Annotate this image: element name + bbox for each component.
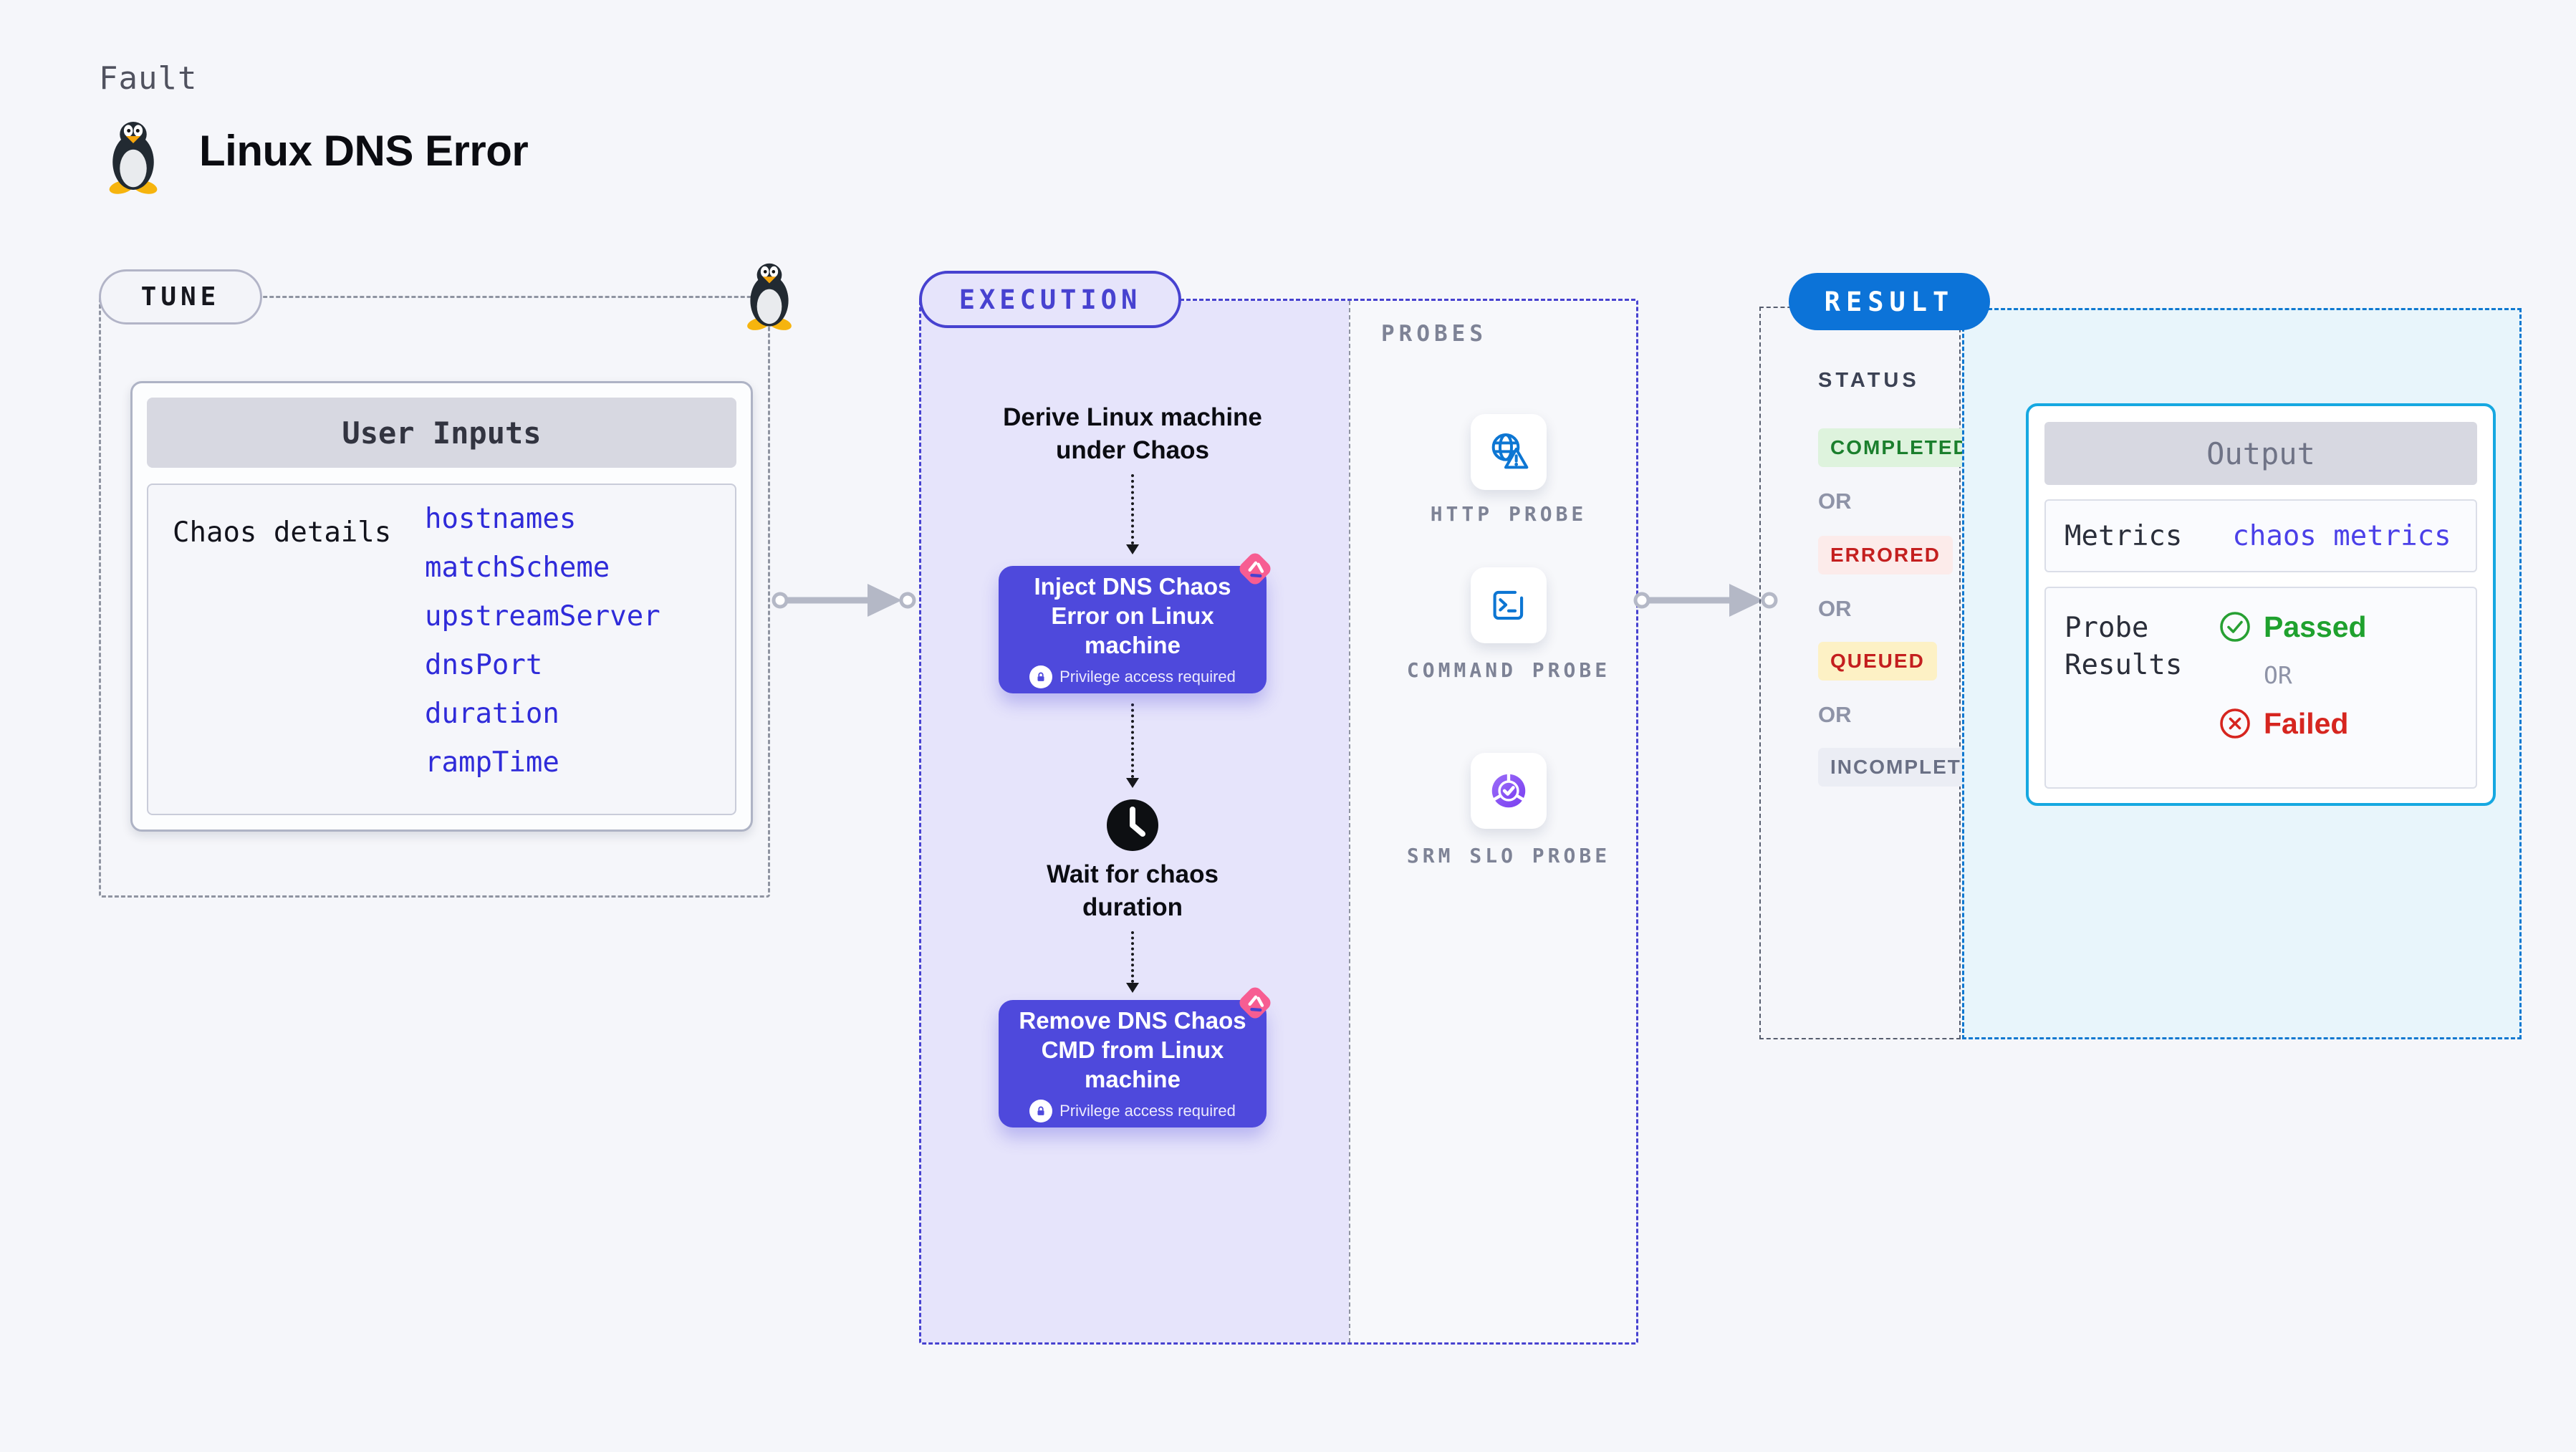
- command-probe-card[interactable]: [1471, 567, 1547, 643]
- status-badge-errored: ERRORED: [1818, 536, 1953, 574]
- page-title: Linux DNS Error: [199, 127, 529, 175]
- input-matchscheme[interactable]: matchScheme: [425, 544, 660, 592]
- execution-pill: EXECUTION: [919, 271, 1181, 328]
- or-label: OR: [1818, 596, 1852, 621]
- user-inputs-body: Chaos details hostnames matchScheme upst…: [147, 484, 736, 815]
- srm-slo-pie-check-icon: [1491, 773, 1526, 808]
- http-globe-warning-icon: [1491, 433, 1529, 469]
- remove-privilege-badge: Privilege access required: [1029, 1099, 1236, 1122]
- input-dnsport[interactable]: dnsPort: [425, 641, 660, 690]
- fault-diagram-page: Fault Linux DNS Error TUNE User Inputs C…: [0, 0, 2576, 1452]
- probe-results-values: Passed OR Failed: [2218, 610, 2367, 766]
- result-output-area: Output Metrics chaos metrics Probe Resul…: [1962, 308, 2522, 1039]
- srm-slo-probe-label: SRM SLO PROBE: [1406, 844, 1611, 867]
- passed-check-icon: [2220, 612, 2250, 642]
- passed-line: Passed: [2218, 610, 2367, 644]
- inject-privilege-text: Privilege access required: [1059, 667, 1236, 686]
- status-badge-completed: COMPLETED: [1818, 428, 1981, 467]
- http-probe-card[interactable]: [1471, 414, 1547, 490]
- connector-derive-to-inject: [1126, 474, 1139, 554]
- remove-dns-chaos-node[interactable]: Remove DNS Chaos CMD from Linux machine …: [999, 1000, 1267, 1128]
- status-badge-queued: QUEUED: [1818, 642, 1937, 681]
- command-terminal-icon: [1493, 590, 1524, 620]
- failed-x-icon: [2220, 708, 2250, 739]
- status-label: STATUS: [1818, 369, 1920, 392]
- user-inputs-header: User Inputs: [147, 398, 736, 468]
- probes-section-label: PROBES: [1381, 321, 1487, 347]
- output-header: Output: [2044, 422, 2477, 485]
- probes-divider: [1349, 301, 1350, 1342]
- output-box: Output Metrics chaos metrics Probe Resul…: [2026, 403, 2496, 806]
- or-label: OR: [1818, 702, 1852, 727]
- arrow-execution-to-result: [1630, 577, 1781, 623]
- fault-kind-label: Fault: [99, 60, 198, 97]
- wait-duration-step: Wait for chaos duration: [1047, 860, 1219, 921]
- metrics-label: Metrics: [2065, 519, 2183, 552]
- chaos-details-label: Chaos details: [173, 516, 392, 549]
- tune-pill: TUNE: [99, 269, 262, 324]
- result-pill: RESULT: [1789, 273, 1990, 330]
- or-label: OR: [2264, 661, 2292, 689]
- linux-tux-icon: [107, 122, 159, 195]
- linux-tux-corner-icon: [746, 263, 793, 331]
- http-probe-label: HTTP PROBE: [1430, 502, 1587, 526]
- wait-clock-icon: [1107, 799, 1158, 851]
- chaos-fault-icon: [1234, 982, 1276, 1024]
- remove-node-title: Remove DNS Chaos CMD from Linux machine: [1019, 1006, 1246, 1092]
- inject-node-title: Inject DNS Chaos Error on Linux machine: [1034, 572, 1231, 658]
- input-duration[interactable]: duration: [425, 690, 660, 739]
- failed-line: Failed: [2218, 706, 2367, 741]
- command-probe-label: COMMAND PROBE: [1406, 658, 1611, 682]
- probe-results-row: Probe Results Passed OR Failed: [2044, 587, 2477, 789]
- metrics-value-link[interactable]: chaos metrics: [2232, 520, 2451, 552]
- srm-slo-probe-card[interactable]: [1471, 753, 1547, 829]
- probe-results-label: Probe Results: [2065, 612, 2183, 681]
- chaos-fault-icon: [1234, 548, 1276, 590]
- connector-wait-to-remove: [1126, 931, 1139, 993]
- inject-privilege-badge: Privilege access required: [1029, 665, 1236, 688]
- result-status-box: STATUS COMPLETED OR ERRORED OR QUEUED OR…: [1759, 307, 2004, 1039]
- metrics-row: Metrics chaos metrics: [2044, 499, 2477, 572]
- or-label: OR: [1818, 489, 1852, 514]
- arrow-tune-to-execution: [769, 577, 919, 623]
- input-hostnames[interactable]: hostnames: [425, 495, 660, 544]
- lock-icon: [1029, 1099, 1053, 1122]
- input-ramptime[interactable]: rampTime: [425, 739, 660, 787]
- passed-label: Passed: [2264, 610, 2367, 643]
- input-upstreamserver[interactable]: upstreamServer: [425, 592, 660, 641]
- user-inputs-card: User Inputs Chaos details hostnames matc…: [130, 381, 753, 832]
- connector-inject-to-wait: [1126, 703, 1139, 788]
- inject-dns-chaos-node[interactable]: Inject DNS Chaos Error on Linux machine …: [999, 566, 1267, 693]
- derive-machine-step: Derive Linux machine under Chaos: [1003, 403, 1262, 464]
- failed-label: Failed: [2264, 706, 2349, 740]
- lock-icon: [1029, 665, 1053, 688]
- chaos-inputs-list: hostnames matchScheme upstreamServer dns…: [425, 495, 660, 787]
- remove-privilege-text: Privilege access required: [1059, 1101, 1236, 1120]
